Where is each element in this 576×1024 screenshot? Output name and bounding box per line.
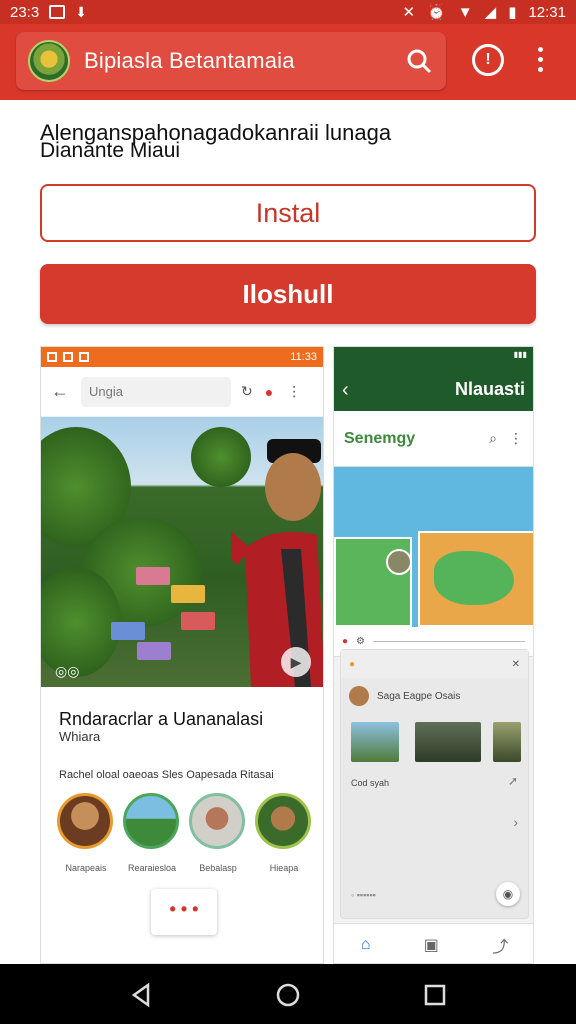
wifi-icon: ▼ — [457, 3, 473, 21]
divider-line — [373, 641, 525, 642]
preview-subtitle: Whiara — [59, 729, 101, 744]
search-bar[interactable]: Bipiasla Betantamaia — [16, 32, 446, 90]
preview-header-title: Nlauasti — [454, 379, 525, 399]
carousel-indicator: ◎◎ — [55, 663, 80, 679]
home-icon: ⌂ — [360, 935, 371, 953]
preview-search-field: Ungia — [81, 376, 231, 407]
market-stall — [137, 642, 171, 660]
preview-caption: Rachel oloal oaeoas Sles Oapesada Ritasa… — [59, 769, 274, 781]
notification-icon — [63, 352, 73, 362]
play-icon: ▶ — [281, 647, 311, 677]
install-button[interactable]: Iloshull — [40, 264, 536, 324]
app-bar: Bipiasla Betantamaia ! — [0, 24, 576, 100]
person-figure — [231, 439, 323, 687]
share-icon: ⤴ — [492, 938, 509, 956]
location-icon: ● — [342, 636, 349, 647]
signal-icon: ◢ — [484, 4, 497, 21]
status-time-left: 23:3 — [10, 3, 40, 21]
card-icon: ● — [349, 658, 356, 670]
close-icon: ✕ — [511, 658, 520, 670]
install-outline-button[interactable]: Instal — [40, 184, 536, 242]
filter-icon: ⚙ — [356, 636, 366, 647]
avatar — [57, 793, 113, 849]
notification-icon — [47, 352, 57, 362]
avatar — [255, 793, 311, 849]
map-view — [334, 467, 533, 627]
avatar-label: Bebalasp — [199, 863, 237, 873]
screenshot-preview-2[interactable]: ▮▮▮ ‹ Nlauasti Senemgy ⌕ ⋮ ● ⚙ ● ✕ Saga … — [333, 346, 534, 964]
card-row: Cod syah — [351, 778, 390, 788]
market-stall — [111, 622, 145, 640]
preview-card: ● ✕ Saga Eagpe Osais Cod syah ➚ › ◦ ▪▪▪▪… — [340, 649, 529, 919]
app-title: Bipiasla Betantamaia — [84, 48, 295, 73]
map-pin-icon — [386, 549, 412, 575]
info-icon[interactable]: ! — [472, 44, 504, 76]
screenshot-preview-1[interactable]: 11:33 ← Ungia ↻ ● ⋮ ◎◎ ▶ Rndaracrlar a U… — [40, 346, 324, 964]
home-icon[interactable] — [275, 982, 301, 1008]
search-icon[interactable] — [406, 48, 432, 74]
system-nav-bar — [0, 964, 576, 1024]
card-header: ● ✕ — [341, 650, 528, 678]
notification-bell-icon: ● — [264, 383, 274, 400]
notification-icon — [79, 352, 89, 362]
avatar-label: Hieapa — [269, 863, 299, 873]
status-bar: 23:3 ⬇ ✕ ⏰ ▼ ◢ ▮ 12:31 — [0, 0, 576, 24]
thumbnail-image — [493, 722, 521, 762]
more-button: • • • — [151, 889, 217, 935]
preview-brand: Senemgy — [344, 429, 416, 447]
more-options-icon: ⋮ — [509, 430, 523, 446]
alarm-icon: ⏰ — [427, 4, 446, 21]
chevron-right-icon: › — [513, 814, 518, 830]
market-stall — [171, 585, 205, 603]
avatar — [189, 793, 245, 849]
refresh-icon: ↻ — [241, 383, 253, 399]
search-icon: ⌕ — [489, 430, 497, 446]
thumbnail-image — [415, 722, 481, 762]
app-description-line2: Dianante Miaui — [40, 139, 181, 162]
preview-bottom-nav: ⌂ ▣ ⤴ — [334, 923, 533, 963]
avatar-label: Narapeais — [65, 863, 107, 873]
back-arrow-icon: ← — [51, 381, 69, 401]
market-stall — [181, 612, 215, 630]
avatar — [123, 793, 179, 849]
battery-icon: ▮ — [508, 4, 517, 21]
preview-hero-photo: ◎◎ ▶ — [41, 417, 323, 687]
share-icon: ➚ — [507, 774, 518, 788]
fab-icon: ◉ — [496, 882, 520, 906]
preview-toolbar: ← Ungia ↻ ● ⋮ — [41, 367, 323, 417]
app-logo — [28, 40, 70, 82]
preview-status-icons: ▮▮▮ — [513, 350, 527, 359]
grid-icon: ▣ — [423, 936, 439, 954]
card-title-row: Saga Eagpe Osais — [341, 678, 528, 714]
status-time-right: 12:31 — [528, 3, 566, 21]
card-title: Saga Eagpe Osais — [377, 690, 461, 702]
preview-header: ▮▮▮ ‹ Nlauasti — [334, 347, 533, 411]
avatar-label: Rearaiesloa — [127, 863, 177, 873]
more-options-icon[interactable] — [530, 44, 550, 78]
thumbnail-image — [351, 722, 399, 762]
back-arrow-icon: ‹ — [342, 379, 349, 401]
card-avatar — [349, 686, 369, 706]
more-options-icon: ⋮ — [287, 383, 302, 399]
preview-brand-bar: Senemgy ⌕ ⋮ — [334, 411, 533, 467]
preview-status-time: 11:33 — [290, 351, 317, 363]
preview-status-bar: 11:33 — [41, 347, 323, 367]
preview-title: Rndaracrlar a Uananalasi — [59, 709, 264, 729]
recent-apps-icon[interactable] — [422, 982, 448, 1008]
notification-icon — [49, 5, 66, 19]
bluetooth-off-icon: ✕ — [402, 4, 416, 21]
back-icon[interactable] — [128, 982, 154, 1008]
download-icon: ⬇ — [75, 3, 87, 20]
market-stall — [136, 567, 170, 585]
dots-indicator: ◦ ▪▪▪▪▪▪ — [351, 890, 376, 900]
